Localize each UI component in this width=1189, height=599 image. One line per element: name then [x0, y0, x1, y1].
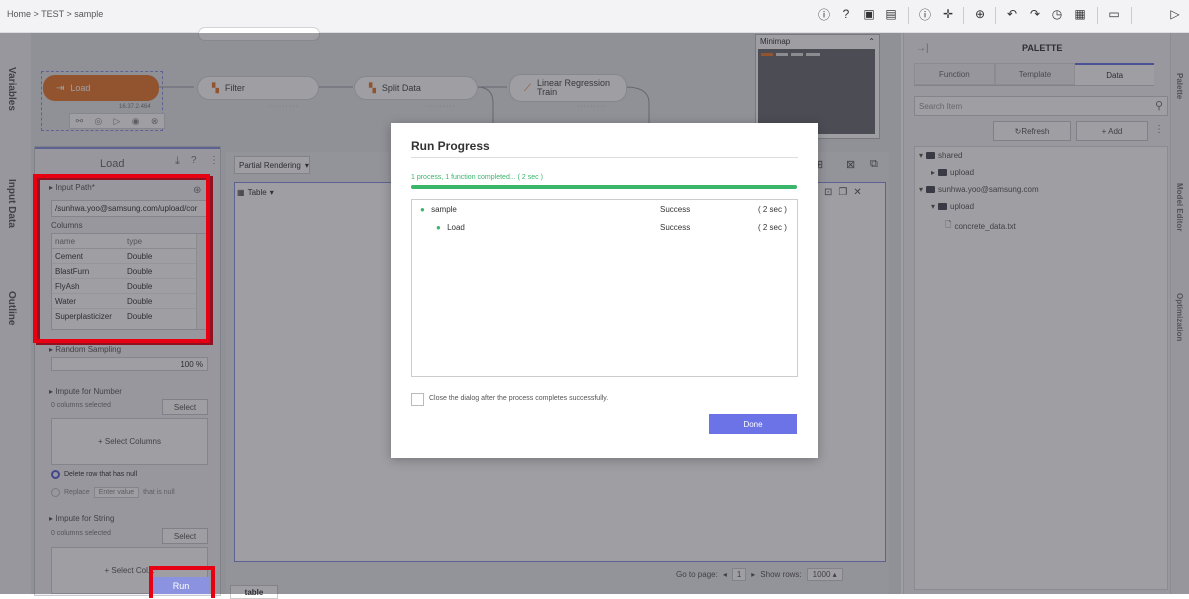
status-dot-icon: ●: [436, 223, 441, 232]
save-icon[interactable]: ▣: [862, 7, 876, 21]
close-after-label: Close the dialog after the process compl…: [429, 395, 609, 402]
divider: [1131, 7, 1132, 24]
redo-icon[interactable]: ↷: [1028, 7, 1042, 21]
divider: [411, 157, 798, 158]
progress-bar: [411, 185, 797, 189]
undo-icon[interactable]: ↶: [1005, 7, 1019, 21]
close-after-checkbox[interactable]: [411, 393, 424, 406]
done-button[interactable]: Done: [709, 414, 797, 434]
save-as-icon[interactable]: ▤: [884, 7, 898, 21]
divider: [995, 7, 996, 24]
history-icon[interactable]: ◷: [1050, 7, 1064, 21]
process-list: ● sample Success ( 2 sec ) ● Load Succes…: [411, 199, 798, 377]
info-icon[interactable]: ⓘ: [817, 7, 831, 22]
divider: [908, 7, 909, 24]
status-dot-icon: ●: [420, 205, 425, 214]
run-progress-dialog: Run Progress 1 process, 1 function compl…: [391, 123, 818, 458]
list-item[interactable]: ● Load Success ( 2 sec ): [436, 223, 790, 232]
info-icon[interactable]: ⓘ: [918, 7, 932, 22]
table-icon[interactable]: ▭: [1107, 7, 1121, 21]
help-icon[interactable]: ?: [839, 7, 853, 21]
divider: [1097, 7, 1098, 24]
highlight-input-path-frame: [33, 174, 210, 343]
highlight-run: [149, 566, 215, 598]
zoom-icon[interactable]: ⊕: [973, 7, 987, 21]
progress-status: 1 process, 1 function completed... ( 2 s…: [411, 174, 543, 181]
dialog-title: Run Progress: [411, 139, 490, 153]
move-icon[interactable]: ✛: [941, 7, 955, 21]
progress-fill: [411, 185, 797, 189]
divider: [963, 7, 964, 24]
breadcrumb[interactable]: Home > TEST > sample: [7, 9, 103, 19]
play-icon[interactable]: ▷: [1168, 7, 1182, 21]
export-icon[interactable]: ▦: [1073, 7, 1087, 21]
list-item[interactable]: ● sample Success ( 2 sec ): [420, 205, 790, 214]
top-toolbar: Home > TEST > sample ⓘ ? ▣ ▤ ⓘ ✛ ⊕ ↶ ↷ ◷…: [0, 0, 1189, 33]
